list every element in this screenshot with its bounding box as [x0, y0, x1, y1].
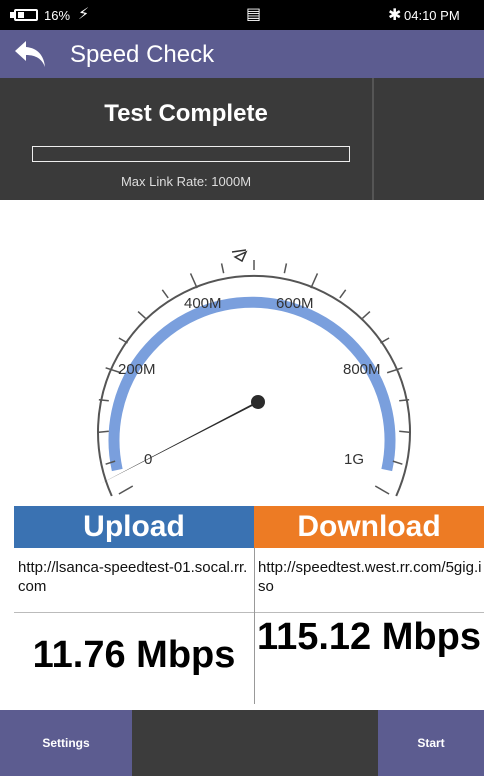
settings-button[interactable]: Settings [0, 710, 132, 776]
gauge-label-600m: 600M [276, 295, 314, 312]
upload-url: http://lsanca-speedtest-01.socal.rr.com [18, 559, 248, 595]
back-arrow-icon[interactable] [12, 37, 48, 71]
gauge-label-1g: 1G [344, 451, 364, 468]
gauge-label-800m: 800M [343, 361, 381, 378]
battery-percent: 16% [44, 8, 71, 23]
gauge-tick [137, 311, 147, 319]
gauge-tick [339, 289, 347, 299]
gauge-tick [380, 337, 390, 344]
gauge-tick [399, 430, 410, 434]
gauge-tick [161, 289, 169, 299]
charging-bolt-icon: ⚡ [78, 6, 90, 23]
results-divider [14, 612, 484, 613]
gauge-label-0: 0 [144, 451, 152, 468]
gauge-tick [189, 273, 198, 289]
gauge-tick [392, 460, 403, 465]
gauge-tick [399, 398, 410, 402]
gauge-label-400m: 400M [184, 295, 222, 312]
toolbar-spacer [132, 710, 378, 776]
notification-icon[interactable]: ▤ [246, 4, 261, 24]
panel-divider [372, 78, 374, 200]
max-link-rate: Max Link Rate: 1000M [120, 174, 252, 189]
start-button[interactable]: Start [378, 710, 484, 776]
test-status-panel: Test Complete Max Link Rate: 1000M [0, 78, 484, 200]
app-header: Speed Check [0, 30, 484, 78]
gauge-tick [220, 263, 225, 274]
gauge-tick [386, 367, 403, 374]
gauge-tick [283, 263, 288, 274]
status-time: 04:10 PM [404, 8, 460, 23]
gauge-tick [118, 337, 128, 344]
gauge-tick [98, 430, 109, 434]
test-progress-bar [32, 146, 350, 162]
download-url: http://speedtest.west.rr.com/5gig.iso [258, 559, 482, 595]
gauge-tick [361, 311, 371, 319]
gauge-needle [100, 401, 259, 484]
upload-speed: 11.76 Mbps [32, 634, 236, 676]
status-bar: 16% ⚡ ▤ ✱ 04:10 PM [0, 0, 484, 30]
gauge-label-200m: 200M [118, 361, 156, 378]
test-status-headline: Test Complete [104, 100, 268, 127]
gauge-needle-tip [251, 395, 265, 409]
speed-gauge: 0 200M 400M 600M 800M 1G [0, 200, 484, 506]
download-speed: 115.12 Mbps [257, 616, 481, 658]
gauge-drawing: 0 200M 400M 600M 800M 1G [97, 249, 411, 497]
upload-header: Upload [14, 506, 254, 548]
gauge-tick [118, 485, 134, 495]
gauge-tick [374, 485, 390, 495]
gauge-tick [310, 273, 319, 289]
bottom-toolbar: Settings Start [0, 710, 484, 776]
results-panel: Upload Download http://lsanca-speedtest-… [14, 506, 484, 704]
gauge-arc [108, 296, 396, 472]
battery-icon [14, 9, 38, 21]
bluetooth-icon: ✱ [388, 7, 402, 24]
gauge-tick [98, 398, 109, 402]
page-title: Speed Check [70, 41, 215, 68]
download-header: Download [254, 506, 484, 548]
peak-marker-icon [231, 249, 248, 263]
